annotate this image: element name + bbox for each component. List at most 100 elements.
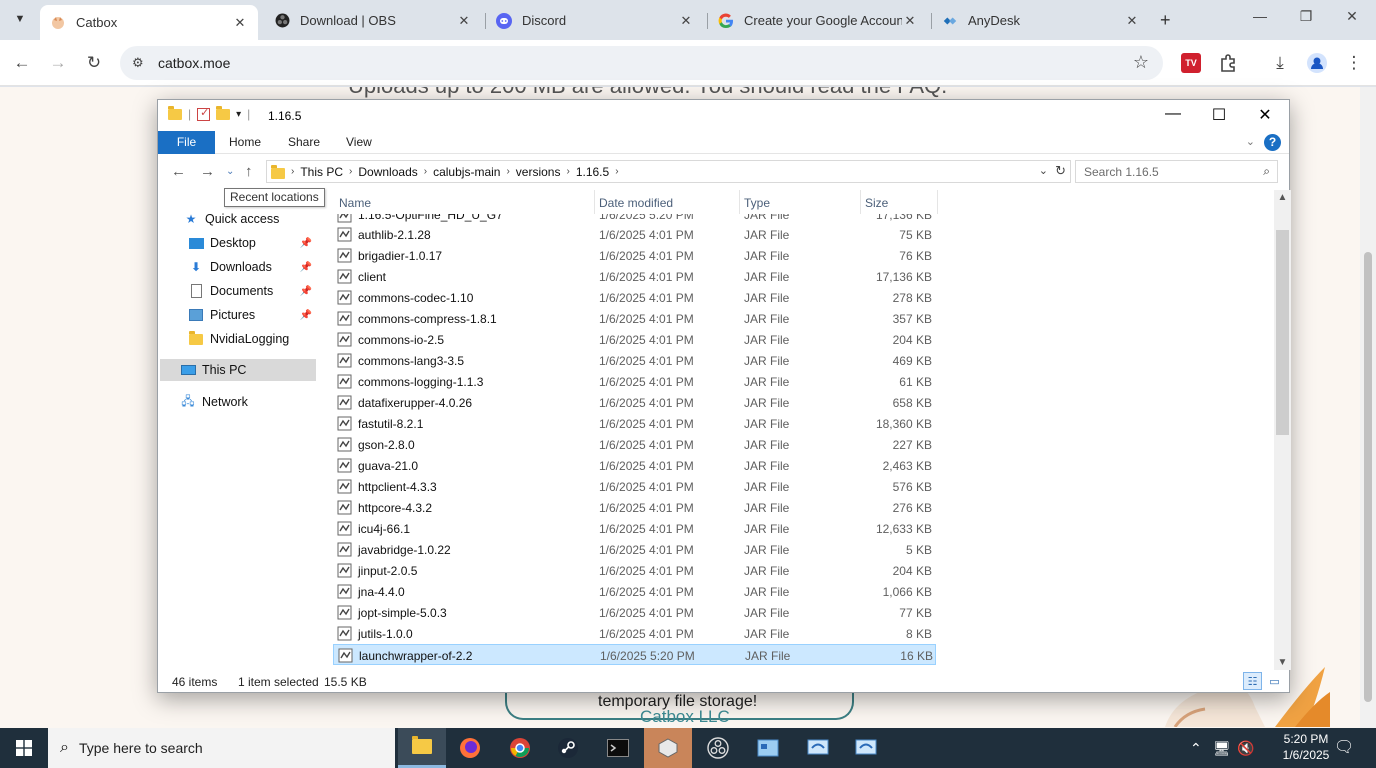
explorer-address-bar[interactable]: › This PC › Downloads › calubjs-main › v… (266, 160, 1071, 183)
nav-nvidialogging[interactable]: NvidiaLogging (188, 328, 316, 350)
tv-extension-icon[interactable]: TV (1181, 53, 1201, 73)
nav-pictures[interactable]: Pictures 📌 (188, 304, 316, 326)
table-row[interactable]: jopt-simple-5.0.3 1/6/2025 4:01 PM JAR Fil… (333, 602, 936, 623)
new-tab-plus-icon[interactable]: + (1160, 10, 1171, 31)
maximize-icon[interactable]: ☐ (1196, 105, 1242, 125)
column-divider[interactable] (739, 190, 740, 214)
table-row[interactable]: jutils-1.0.0 1/6/2025 4:01 PM JAR File 8 KB (333, 623, 936, 644)
column-type[interactable]: Type (744, 196, 770, 210)
windows-start-icon[interactable] (0, 728, 48, 768)
column-divider[interactable] (937, 190, 938, 214)
obs-icon[interactable] (694, 728, 742, 768)
table-row[interactable]: client 1/6/2025 4:01 PM JAR File 17,136 KB (333, 266, 936, 287)
extensions-puzzle-icon[interactable] (1215, 50, 1241, 76)
minimize-icon[interactable]: — (1237, 8, 1283, 24)
tab-file[interactable]: File (158, 131, 215, 154)
chevron-right-icon[interactable]: › (291, 166, 294, 177)
table-row[interactable]: httpclient-4.3.3 1/6/2025 4:01 PM JAR File… (333, 476, 936, 497)
up-arrow-icon[interactable]: ↑ (245, 163, 253, 180)
table-row[interactable]: jna-4.4.0 1/6/2025 4:01 PM JAR File 1,066 K… (333, 581, 936, 602)
help-icon[interactable]: ? (1264, 134, 1281, 151)
bookmark-star-icon[interactable]: ☆ (1133, 52, 1149, 73)
chrome-icon[interactable] (496, 728, 544, 768)
close-icon[interactable]: ✕ (678, 13, 694, 29)
taskbar-search-input[interactable]: ⌕ Type here to search (48, 728, 395, 768)
tab-anydesk[interactable]: AnyDesk ✕ (932, 5, 1150, 36)
file-list-scrollbar[interactable]: ▲ ▼ (1274, 190, 1291, 670)
volume-muted-icon[interactable]: 🔇 (1237, 740, 1254, 757)
remote-desktop-icon[interactable] (794, 728, 842, 768)
column-size[interactable]: Size (865, 196, 888, 210)
scroll-thumb[interactable] (1276, 230, 1289, 435)
table-row[interactable]: guava-21.0 1/6/2025 4:01 PM JAR File 2,463 … (333, 455, 936, 476)
quick-access-dropdown-icon[interactable]: ▾ (236, 109, 241, 120)
column-name[interactable]: Name (339, 196, 371, 210)
table-row[interactable]: authlib-2.1.28 1/6/2025 4:01 PM JAR File 75… (333, 224, 936, 245)
table-row[interactable]: brigadier-1.0.17 1/6/2025 4:01 PM JAR File… (333, 245, 936, 266)
pin-icon[interactable]: 📌 (300, 238, 312, 249)
close-icon[interactable]: ✕ (902, 13, 918, 29)
address-dropdown-icon[interactable]: ⌄ (1039, 164, 1048, 177)
forward-arrow-icon[interactable]: → (45, 50, 71, 76)
column-divider[interactable] (860, 190, 861, 214)
nav-this-pc[interactable]: This PC (160, 359, 316, 381)
table-row[interactable]: fastutil-8.2.1 1/6/2025 4:01 PM JAR File 18… (333, 413, 936, 434)
pin-icon[interactable]: 📌 (300, 310, 312, 321)
recent-locations-chevron-icon[interactable]: ⌄ (226, 166, 234, 177)
breadcrumb-calubjs-main[interactable]: calubjs-main (433, 165, 500, 179)
site-settings-icon[interactable]: ⚙ (132, 55, 144, 71)
large-icons-view-icon[interactable]: ▭ (1265, 672, 1284, 690)
back-arrow-icon[interactable]: ← (171, 163, 186, 180)
explorer-search-input[interactable]: Search 1.16.5 ⌕ (1075, 160, 1278, 183)
control-panel-icon[interactable] (744, 728, 792, 768)
column-date-modified[interactable]: Date modified (599, 196, 673, 210)
notification-center-icon[interactable]: 🗨 (1334, 737, 1354, 757)
refresh-icon[interactable]: ↻ (1055, 163, 1066, 179)
close-window-icon[interactable]: ✕ (1329, 8, 1375, 25)
chevron-right-icon[interactable]: › (506, 166, 509, 177)
steam-icon[interactable] (544, 728, 592, 768)
properties-checkbox-icon[interactable]: ✓ (197, 107, 211, 121)
new-folder-icon[interactable] (216, 105, 231, 120)
pin-icon[interactable]: 📌 (300, 262, 312, 273)
breadcrumb-this-pc[interactable]: This PC (300, 165, 343, 179)
tab-catbox[interactable]: Catbox ✕ (40, 5, 258, 40)
tab-google-account[interactable]: Create your Google Account ✕ (708, 5, 928, 36)
forward-arrow-icon[interactable]: → (200, 163, 215, 180)
minimize-icon[interactable]: — (1150, 105, 1196, 123)
nav-documents[interactable]: Documents 📌 (188, 280, 316, 302)
table-row[interactable]: httpcore-4.3.2 1/6/2025 4:01 PM JAR File 27… (333, 497, 936, 518)
reload-icon[interactable]: ↻ (81, 50, 107, 76)
nav-quick-access[interactable]: ★ Quick access (183, 208, 313, 230)
column-divider[interactable] (594, 190, 595, 214)
restore-icon[interactable]: ❐ (1283, 8, 1329, 25)
breadcrumb-downloads[interactable]: Downloads (358, 165, 417, 179)
table-row[interactable]: 1.16.5-OptiFine_HD_U_G7 1/6/2025 5:20 PM… (333, 214, 936, 224)
menu-kebab-icon[interactable]: ⋮ (1341, 50, 1367, 76)
breadcrumb-1-16-5[interactable]: 1.16.5 (576, 165, 609, 179)
nav-network[interactable]: 🖧 Network (180, 391, 310, 413)
file-explorer-taskbar-icon[interactable] (398, 728, 446, 768)
firefox-icon[interactable] (446, 728, 494, 768)
terminal-icon[interactable] (594, 728, 642, 768)
table-row[interactable]: commons-compress-1.8.1 1/6/2025 4:01 PM JA… (333, 308, 936, 329)
expand-ribbon-chevron-icon[interactable]: ⌄ (1246, 135, 1255, 148)
chevron-right-icon[interactable]: › (424, 166, 427, 177)
table-row[interactable]: gson-2.8.0 1/6/2025 4:01 PM JAR File 227 KB (333, 434, 936, 455)
close-icon[interactable]: ✕ (232, 15, 248, 31)
taskbar-clock[interactable]: 5:20 PM 1/6/2025 (1280, 731, 1332, 763)
chevron-right-icon[interactable]: › (615, 166, 618, 177)
chevron-right-icon[interactable]: › (349, 166, 352, 177)
tab-share[interactable]: Share (274, 131, 334, 154)
network-icon[interactable]: 🖥 (1213, 740, 1231, 757)
tab-discord[interactable]: Discord ✕ (486, 5, 704, 36)
table-row[interactable]: launchwrapper-of-2.2 1/6/2025 5:20 PM JAR … (333, 644, 936, 665)
close-icon[interactable]: ✕ (456, 13, 472, 29)
tab-view[interactable]: View (332, 131, 386, 154)
details-view-icon[interactable]: ☷ (1243, 672, 1262, 690)
close-icon[interactable]: ✕ (1242, 105, 1288, 125)
breadcrumb-versions[interactable]: versions (516, 165, 561, 179)
nav-desktop[interactable]: Desktop 📌 (188, 232, 316, 254)
show-hidden-icons-chevron-icon[interactable]: ⌃ (1190, 740, 1202, 757)
pin-icon[interactable]: 📌 (300, 286, 312, 297)
